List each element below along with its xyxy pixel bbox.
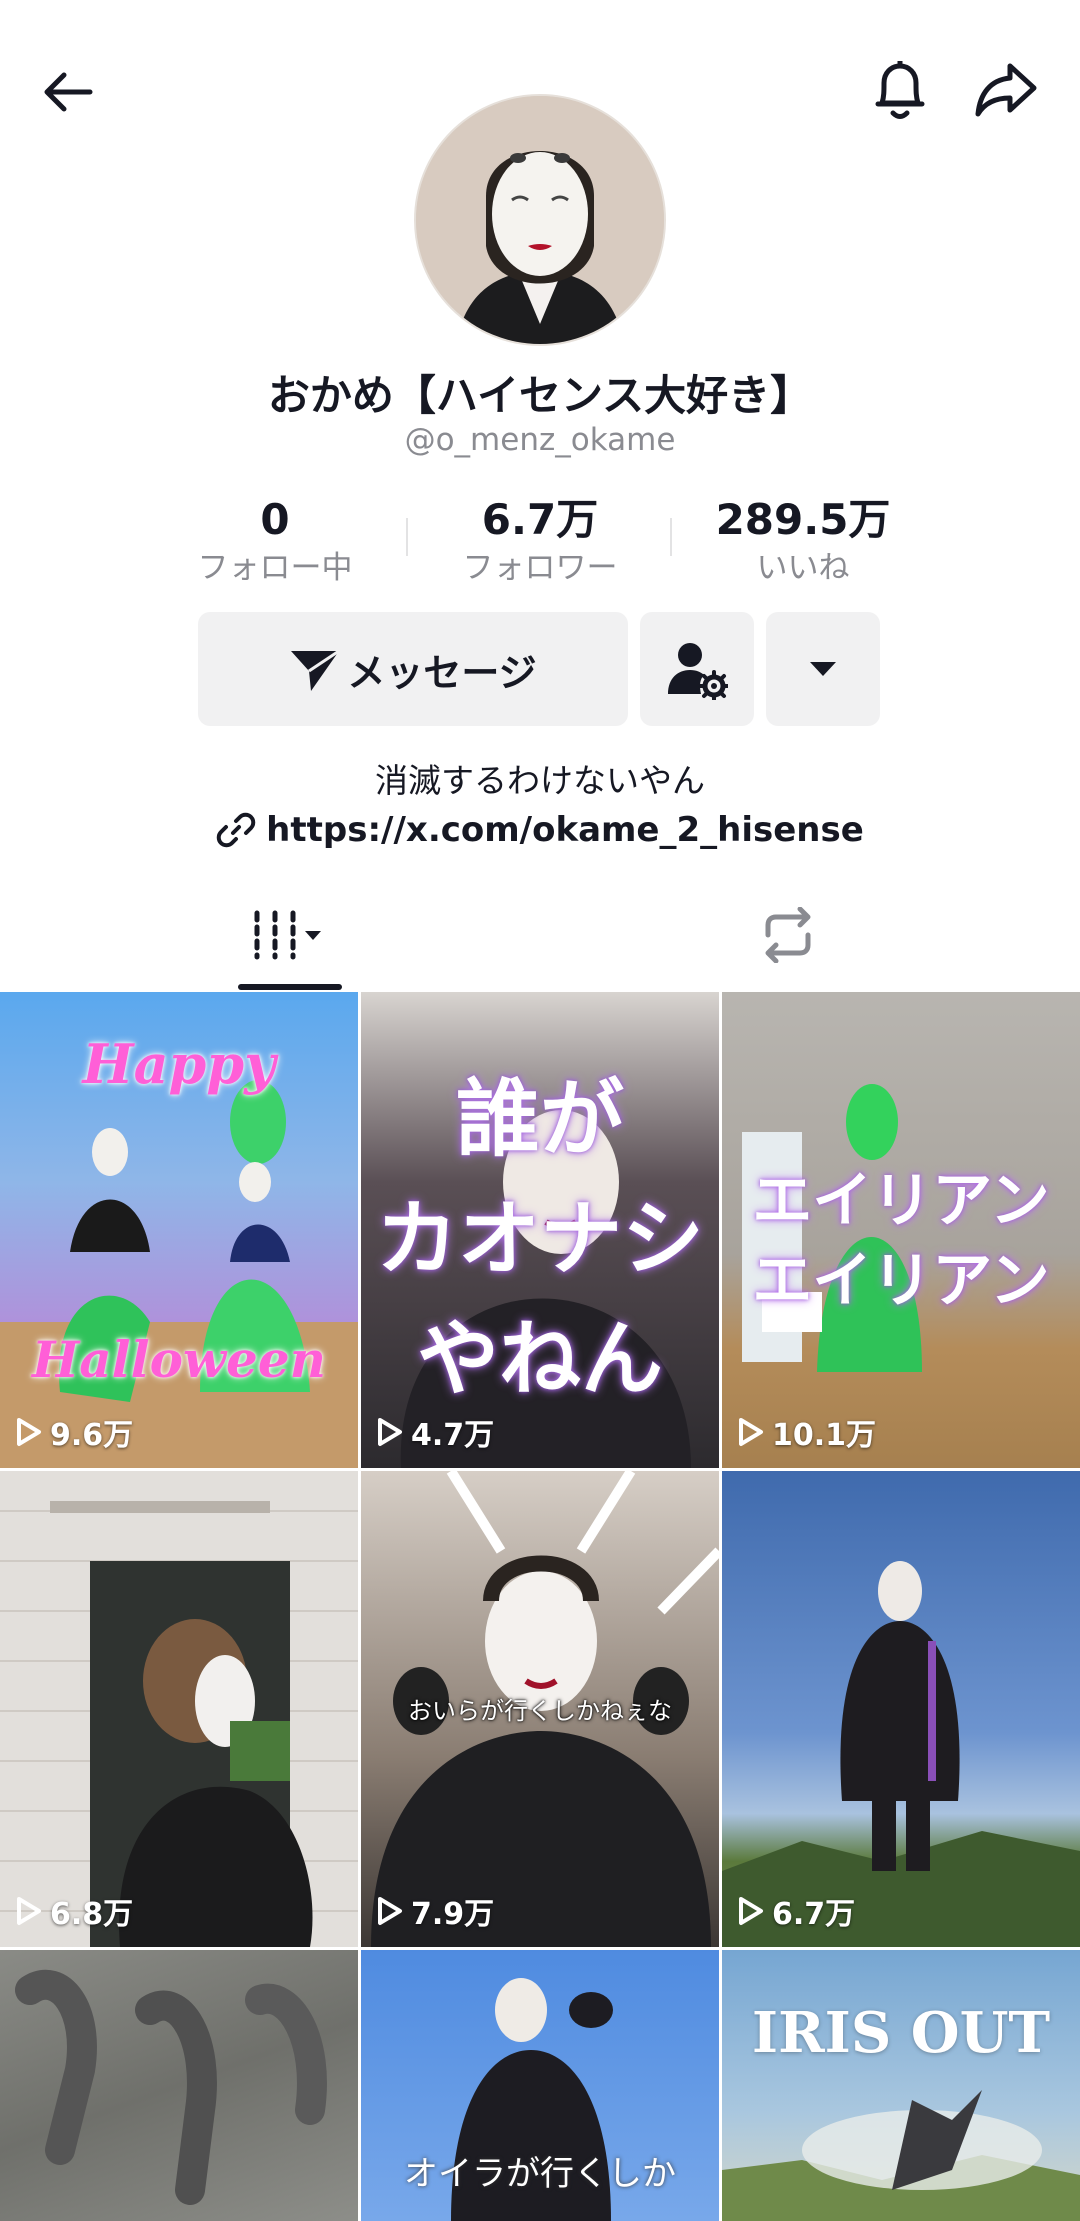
arrow-left-icon	[44, 72, 93, 112]
view-count: 10.1万	[738, 1410, 876, 1454]
share-button[interactable]	[966, 52, 1046, 128]
video-overlay-text: やねん	[416, 1312, 663, 1407]
video-tile[interactable]	[0, 1950, 358, 2221]
video-overlay-text: IRIS OUT	[751, 2000, 1051, 2066]
video-tile[interactable]: オイラが行くしか	[361, 1950, 719, 2221]
bio-link[interactable]: https://x.com/okame_2_hisense	[0, 810, 1080, 850]
video-tile[interactable]: 誰が カオナシ やねん 4.7万	[361, 992, 719, 1468]
view-count: 9.6万	[16, 1410, 133, 1454]
play-icon	[739, 1418, 763, 1446]
username-handle: @o_menz_okame	[404, 422, 676, 458]
profile-tabs	[0, 880, 1080, 990]
video-caption: おいらが行くしかねぇな	[408, 1697, 672, 1725]
video-overlay-text: カオナシ	[375, 1192, 704, 1287]
video-tile[interactable]: Happy Halloween 9.6万	[0, 992, 358, 1468]
stat-divider	[406, 518, 408, 556]
message-button[interactable]: メッセージ	[198, 612, 628, 726]
manage-follow-button[interactable]	[640, 612, 754, 726]
stat-likes[interactable]: 289.5万 いいね	[673, 490, 933, 586]
view-count: 6.7万	[738, 1889, 855, 1933]
share-arrow-icon	[975, 63, 1037, 117]
video-tile[interactable]: おいらが行くしかねぇな 7.9万	[361, 1471, 719, 1947]
repost-icon	[765, 907, 811, 963]
tab-reposts[interactable]	[746, 900, 830, 970]
tab-videos[interactable]	[230, 900, 350, 970]
view-count: 4.7万	[377, 1410, 494, 1454]
notification-button[interactable]	[862, 52, 938, 128]
caret-down-icon	[810, 662, 836, 676]
stat-likes-value: 289.5万	[715, 495, 891, 544]
display-name: おかめ【ハイセンス大好き】	[267, 371, 813, 420]
video-caption: オイラが行くしか	[404, 2154, 676, 2194]
view-count: 6.8万	[16, 1889, 133, 1933]
bio-text: 消滅するわけないやん	[375, 761, 705, 800]
play-icon	[378, 1897, 402, 1925]
video-thumbnail	[0, 1501, 358, 1947]
play-icon	[17, 1418, 41, 1446]
send-icon	[291, 649, 341, 691]
video-tile[interactable]: IRIS OUT	[722, 1950, 1080, 2221]
video-overlay-text: 誰が	[455, 1070, 624, 1168]
video-overlay-text: エイリアン	[752, 1166, 1050, 1236]
stat-followers[interactable]: 6.7万 フォロワー	[410, 490, 670, 586]
active-tab-indicator	[238, 984, 342, 990]
play-icon	[378, 1418, 402, 1446]
video-overlay-text: エイリアン	[752, 1246, 1050, 1316]
stat-following[interactable]: 0 フォロー中	[145, 490, 405, 586]
video-overlay-text: Happy	[82, 1032, 276, 1096]
videos-grid-icon	[254, 910, 321, 960]
video-thumbnail	[722, 1561, 1080, 1947]
play-icon	[739, 1897, 763, 1925]
stat-followers-value: 6.7万	[481, 495, 599, 544]
stat-divider	[670, 518, 672, 556]
video-tile[interactable]: 6.8万	[0, 1471, 358, 1947]
video-thumbnail	[722, 2090, 1080, 2221]
play-icon	[17, 1897, 41, 1925]
stat-followers-label: フォロワー	[462, 550, 618, 586]
user-settings-icon	[668, 643, 728, 700]
bell-icon	[875, 61, 925, 119]
bio-link-text: https://x.com/okame_2_hisense	[266, 810, 864, 850]
stat-following-value: 0	[260, 495, 290, 544]
video-tile[interactable]: エイリアン エイリアン 10.1万	[722, 992, 1080, 1468]
stat-following-label: フォロー中	[197, 550, 353, 586]
back-button[interactable]	[30, 54, 106, 130]
link-icon	[216, 812, 256, 848]
video-overlay-text: Halloween	[32, 1330, 326, 1389]
stat-likes-label: いいね	[756, 550, 850, 586]
video-tile[interactable]: 6.7万	[722, 1471, 1080, 1947]
video-thumbnail	[15, 1969, 327, 2205]
message-button-label: メッセージ	[347, 650, 537, 695]
view-count: 7.9万	[377, 1889, 494, 1933]
more-options-button[interactable]	[766, 612, 880, 726]
avatar[interactable]	[414, 94, 666, 346]
